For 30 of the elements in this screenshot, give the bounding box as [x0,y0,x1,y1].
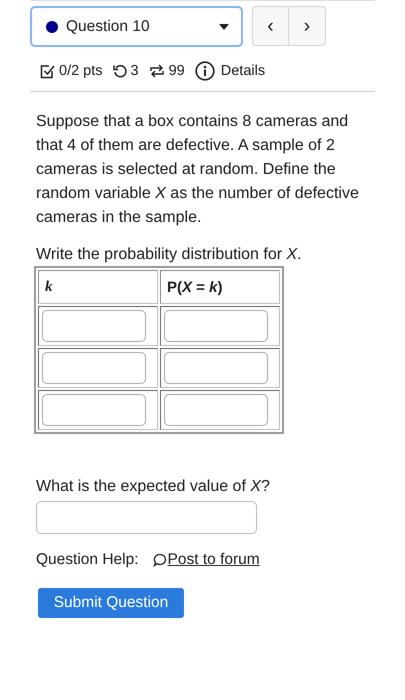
table-prompt: Write the probability distribution for X. [36,245,303,265]
retry-icon [112,64,127,78]
answer-field[interactable] [164,310,268,342]
question-label: Question 10 [66,18,151,36]
caret-icon [219,24,229,30]
answer-field[interactable] [42,394,146,426]
retries-count: 3 [130,63,139,79]
answer-field[interactable] [42,310,146,342]
checkbox-icon [40,64,55,78]
score-text: 0/2 pts [59,63,103,79]
repeat-icon [148,64,165,78]
status-dot [46,20,58,32]
answer-field[interactable] [42,352,146,384]
expected-value-prompt: What is the expected value of X? [36,478,271,496]
question-text: Suppose that a box contains 8 cameras and that 4 of them are defective. A sample of 2 cameras is selected at random. Define the random variable X as the number of defective cameras in the sample. [36,112,360,228]
question-dropdown[interactable]: Question 10 [30,6,243,47]
info-icon [194,61,215,81]
previous-button[interactable]: ‹ [252,6,289,46]
column-header: k [38,270,158,304]
answer-field[interactable] [164,352,268,384]
next-button[interactable]: › [289,6,326,46]
speech-bubble-icon [152,553,167,567]
attempts-count: 99 [168,63,185,79]
details-link[interactable]: Details [220,63,266,79]
answer-field[interactable] [164,394,268,426]
submit-button[interactable]: Submit Question [38,588,184,618]
help-label: Question Help: [36,551,139,569]
forum-link[interactable]: Post to forum [168,551,260,569]
answer-field[interactable] [36,501,257,534]
column-header: P(X = k) [160,270,280,304]
